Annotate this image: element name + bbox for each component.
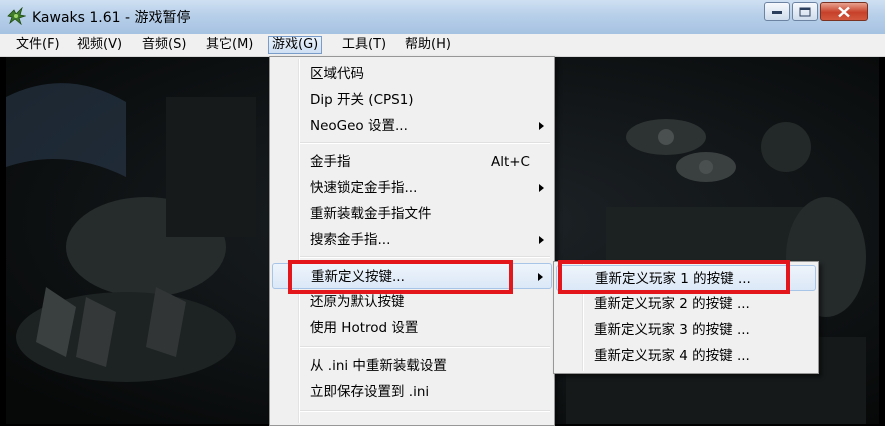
menu-separator — [300, 410, 550, 412]
menu-item-label: 搜索金手指... — [310, 232, 391, 248]
menu-item-dip-switch[interactable]: Dip 开关 (CPS1) — [272, 87, 552, 113]
menu-audio[interactable]: 音频(S) — [138, 36, 190, 54]
menu-item-label: 重新定义玩家 2 的按键 ... — [594, 296, 750, 312]
menu-bar: 文件(F) 视频(V) 音频(S) 其它(M) 游戏(G) 工具(T) 帮助(H… — [0, 34, 885, 57]
submenu-arrow-icon — [538, 273, 543, 281]
menu-separator — [300, 142, 550, 144]
menu-item-quick-lock-cheat[interactable]: 快速锁定金手指... — [272, 175, 552, 201]
minimize-icon — [772, 10, 782, 14]
menu-file[interactable]: 文件(F) — [12, 36, 64, 54]
close-button[interactable] — [820, 2, 868, 21]
game-menu-dropdown: 区域代码 Dip 开关 (CPS1) NeoGeo 设置... 金手指 Alt+… — [269, 56, 555, 426]
menu-game[interactable]: 游戏(G) — [268, 36, 323, 54]
menu-item-label: 使用 Hotrod 设置 — [310, 320, 419, 336]
kawaks-app-icon — [7, 7, 26, 25]
menu-item-restore-default-keys[interactable]: 还原为默认按键 — [272, 289, 552, 315]
menu-item-region-code[interactable]: 区域代码 — [272, 61, 552, 87]
maximize-button[interactable] — [792, 2, 818, 21]
menu-item-label: 重新装载金手指文件 — [310, 206, 432, 222]
menu-video[interactable]: 视频(V) — [73, 36, 126, 54]
menu-item-label: NeoGeo 设置... — [310, 118, 408, 134]
menu-item-reload-ini[interactable]: 从 .ini 中重新装载设置 — [272, 353, 552, 379]
menu-item-label: 重新定义按键... — [311, 269, 405, 285]
menu-other[interactable]: 其它(M) — [202, 36, 257, 54]
menu-item-label: 金手指 — [310, 154, 351, 170]
menu-item-save-ini[interactable]: 立即保存设置到 .ini — [272, 379, 552, 405]
redefine-keys-submenu: 重新定义玩家 1 的按键 ... 重新定义玩家 2 的按键 ... 重新定义玩家… — [553, 261, 819, 374]
menu-item-label: Dip 开关 (CPS1) — [310, 92, 414, 108]
close-icon — [838, 6, 850, 17]
menu-item-label: 立即保存设置到 .ini — [310, 384, 430, 400]
minimize-button[interactable] — [764, 2, 790, 21]
menu-item-reload-cheat-file[interactable]: 重新装载金手指文件 — [272, 201, 552, 227]
menu-separator — [300, 346, 550, 348]
menu-item-label: 从 .ini 中重新装载设置 — [310, 358, 447, 374]
submenu-item-player4-keys[interactable]: 重新定义玩家 4 的按键 ... — [556, 343, 816, 369]
menu-item-cheat[interactable]: 金手指 Alt+C — [272, 149, 552, 175]
menu-item-label: 还原为默认按键 — [310, 294, 405, 310]
menu-item-hotrod-settings[interactable]: 使用 Hotrod 设置 — [272, 315, 552, 341]
menu-tools[interactable]: 工具(T) — [338, 36, 390, 54]
title-bar[interactable]: Kawaks 1.61 - 游戏暂停 — [0, 0, 885, 34]
menu-help[interactable]: 帮助(H) — [401, 36, 455, 54]
menu-shortcut: Alt+C — [490, 154, 530, 170]
menu-item-label: 区域代码 — [310, 66, 364, 82]
maximize-icon — [799, 7, 811, 16]
menu-item-neogeo-settings[interactable]: NeoGeo 设置... — [272, 113, 552, 139]
menu-item-label: 重新定义玩家 1 的按键 ... — [595, 271, 751, 287]
menu-item-label: 重新定义玩家 3 的按键 ... — [594, 322, 750, 338]
menu-item-label: 重新定义玩家 4 的按键 ... — [594, 348, 750, 364]
window-title: Kawaks 1.61 - 游戏暂停 — [32, 10, 191, 26]
menu-item-label: 快速锁定金手指... — [310, 180, 418, 196]
submenu-item-player1-keys[interactable]: 重新定义玩家 1 的按键 ... — [556, 265, 816, 291]
menu-separator — [300, 256, 550, 258]
submenu-item-player3-keys[interactable]: 重新定义玩家 3 的按键 ... — [556, 317, 816, 343]
submenu-arrow-icon — [539, 184, 544, 192]
submenu-item-player2-keys[interactable]: 重新定义玩家 2 的按键 ... — [556, 291, 816, 317]
menu-item-redefine-keys[interactable]: 重新定义按键... — [272, 263, 552, 289]
submenu-arrow-icon — [539, 122, 544, 130]
submenu-arrow-icon — [539, 236, 544, 244]
menu-item-search-cheat[interactable]: 搜索金手指... — [272, 227, 552, 253]
